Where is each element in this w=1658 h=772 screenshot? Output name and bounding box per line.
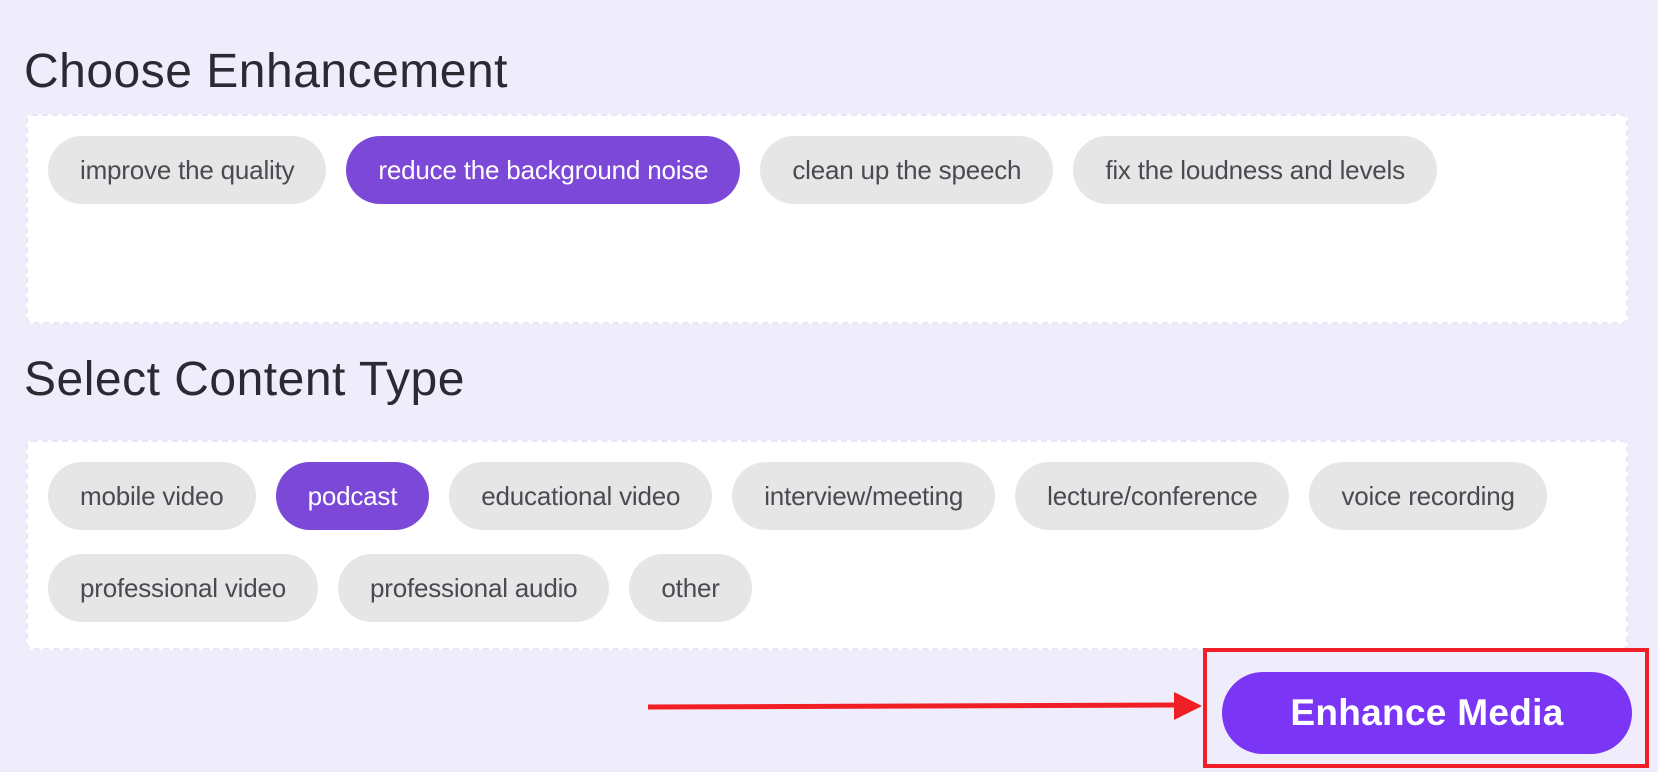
chip-mobile-video[interactable]: mobile video	[48, 462, 256, 530]
chip-lecture-conference[interactable]: lecture/conference	[1015, 462, 1290, 530]
arrow-shaft	[647, 702, 1177, 710]
enhancement-options-panel: improve the quality reduce the backgroun…	[26, 114, 1628, 324]
content-type-chip-list: mobile video podcast educational video i…	[48, 462, 1608, 622]
select-content-type-heading: Select Content Type	[24, 353, 465, 406]
chip-interview-meeting[interactable]: interview/meeting	[732, 462, 996, 530]
chip-other[interactable]: other	[629, 554, 752, 622]
annotation-arrow-icon	[647, 692, 1202, 720]
chip-professional-video[interactable]: professional video	[48, 554, 318, 622]
chip-educational-video[interactable]: educational video	[449, 462, 713, 530]
chip-improve-quality[interactable]: improve the quality	[48, 136, 327, 204]
chip-professional-audio[interactable]: professional audio	[337, 554, 610, 622]
chip-clean-up-speech[interactable]: clean up the speech	[760, 136, 1054, 204]
choose-enhancement-heading: Choose Enhancement	[24, 45, 508, 98]
chip-reduce-background-noise[interactable]: reduce the background noise	[346, 136, 741, 204]
arrow-head	[1174, 692, 1202, 720]
chip-fix-loudness-levels[interactable]: fix the loudness and levels	[1073, 136, 1437, 204]
enhancement-chip-list: improve the quality reduce the backgroun…	[48, 136, 1608, 204]
content-type-options-panel: mobile video podcast educational video i…	[26, 440, 1628, 650]
chip-podcast[interactable]: podcast	[275, 462, 430, 530]
enhance-media-button[interactable]: Enhance Media	[1222, 672, 1632, 754]
chip-voice-recording[interactable]: voice recording	[1309, 462, 1547, 530]
